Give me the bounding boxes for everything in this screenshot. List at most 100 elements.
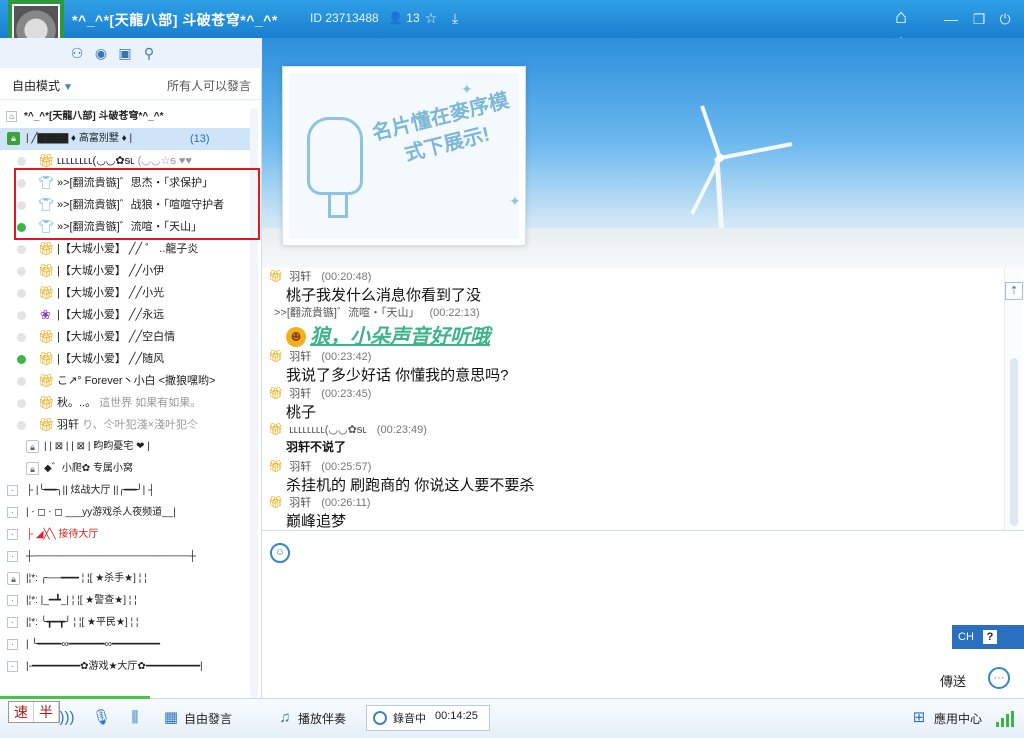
message-sender[interactable]: 羽轩 — [289, 461, 311, 473]
room-root[interactable]: ⌂ *^_^*[天龍八部] 斗破苍穹*^_^* — [0, 106, 252, 128]
ime-indicator[interactable]: CH ? — [952, 625, 1024, 649]
status-dot — [17, 201, 26, 210]
expand-icon[interactable]: · — [7, 617, 18, 628]
user-row[interactable]: 🎁︎ こ↗° Forever丶小白 <撒狼嘿哟> — [0, 370, 252, 392]
rank-badge-icon: 🎁︎ — [268, 386, 284, 400]
restore-button[interactable]: ❐ — [968, 8, 990, 30]
user-row[interactable]: 🎁︎ |【大城小爱】 ╱╱ ゜ ..龍子炎 — [0, 238, 252, 260]
message-text: 杀挂机的 刷跑商的 你说这人要不要杀 — [286, 474, 534, 495]
sub-channel-row[interactable]: 🔒︎ ◆゛小爬✿ 专属小窝 — [0, 458, 252, 480]
recording-time: 00:14:25 — [435, 710, 478, 722]
emoji-icon[interactable]: ☺ — [270, 543, 290, 563]
sparkle-icon: ✦ — [509, 193, 519, 209]
recording-indicator[interactable]: 錄音中 00:14:25 — [366, 705, 490, 731]
scroll-to-top-icon[interactable]: ⇡ — [1005, 282, 1023, 300]
expand-icon[interactable]: · — [7, 661, 18, 672]
user-row[interactable]: 🎁︎ |【大城小爱】 ╱╱空白情 — [0, 326, 252, 348]
search-icon[interactable]: ⚲ — [140, 44, 158, 62]
channel-row[interactable]: · | ╰━━━━∞━━━━━━∞━━━━━━━━ — [0, 634, 252, 656]
user-row[interactable]: 👕︎ »>[翻流貴镞]゛思杰・「求保护」 — [0, 172, 252, 194]
expand-icon[interactable]: · — [7, 551, 18, 562]
user-row[interactable]: 👕︎ »>[翻流貴镞]゛战狼・「喧喧守护者 — [0, 194, 252, 216]
user-name: ʟʟʟʟʟʟʟʟ(◡◡✿ᵴʟ (◡◡☆ᵴ ♥♥ — [57, 150, 192, 172]
message-text: 羽轩不说了 — [286, 438, 346, 455]
user-name: |【大城小爱】 ╱╱随风 — [57, 348, 164, 370]
user-row[interactable]: 🎁︎ |【大城小爱】 ╱╱小光 — [0, 282, 252, 304]
minimize-button[interactable]: — — [940, 8, 962, 30]
channel-active[interactable]: 🔒︎ | ╱▇▇▇▇ ♦ 高富別墅 ♦ | (13) — [0, 128, 252, 150]
favorite-star-icon[interactable]: ☆ — [422, 9, 440, 27]
rank-badge-icon: 🎁︎ — [268, 349, 284, 363]
expand-icon[interactable]: · — [7, 507, 18, 518]
chat-area: 🎁︎ 羽轩 (00:20:48) 桃子我发什么消息你看到了没 >>[翻流貴镞]゛流喧・「… — [262, 268, 1024, 530]
channel-row[interactable]: · | ⋅ ◻ ⋅ ◻ ___yy游戏杀人夜频道__| — [0, 502, 252, 524]
message-sender[interactable]: 羽轩 — [289, 388, 311, 400]
channel-row[interactable]: · |-━━━━━━━━✿游戏★大厅✿━━━━━━━━━| — [0, 656, 252, 678]
lock-icon: 🔒︎ — [26, 462, 39, 475]
rank-badge-icon: 🎁︎ — [38, 263, 55, 278]
channel-row[interactable]: · ┼──────────────────────┼ — [0, 546, 252, 568]
rank-badge-icon: 🎁︎ — [268, 269, 284, 283]
location-icon[interactable]: ◉ — [92, 44, 110, 62]
app-center-button[interactable]: 應用中心 — [934, 710, 982, 727]
user-signature: 這世界 如果有如果。 — [99, 397, 202, 409]
play-music-button[interactable]: 播放伴奏 — [298, 710, 346, 727]
speaker-icon[interactable]: ))) — [58, 709, 76, 727]
half-width-char: 半 — [34, 702, 59, 722]
user-row[interactable]: 🎁︎ 羽轩 り、仒叶犯淺×淺叶犯仒 — [0, 414, 252, 436]
user-name-text: |【大城小爱】 ╱╱空白情 — [57, 331, 176, 343]
lock-icon: 🔒︎ — [7, 572, 20, 585]
user-name-text: こ↗° Forever丶小白 <撒狼嘿哟> — [57, 375, 216, 387]
chat-bubble-icon[interactable]: ··· — [988, 667, 1010, 689]
channel-row[interactable]: 🔒︎ |¦*: ╭──━━━ ¦ ¦[ ★杀手★] ¦ ¦ — [0, 568, 252, 590]
user-row[interactable]: 🎁︎ ʟʟʟʟʟʟʟʟ(◡◡✿ᵴʟ (◡◡☆ᵴ ♥♥ — [0, 150, 252, 172]
room-info-icon[interactable]: ▣ — [116, 44, 134, 62]
channel-name: ├ ◢╳╲ 接待大厅 — [26, 529, 99, 540]
message-text: 桃子我发什么消息你看到了没 — [286, 284, 481, 305]
user-row[interactable]: ❀ |【大城小爱】 ╱╱永远 — [0, 304, 252, 326]
download-icon[interactable]: ⤓ — [446, 9, 464, 27]
close-power-button[interactable]: ⏻ — [994, 8, 1016, 30]
expand-icon[interactable]: · — [7, 485, 18, 496]
channel-row[interactable]: · ├ ◢╳╲ 接待大厅 — [0, 524, 252, 546]
message-input-area[interactable]: ☺ CH ? 傳送 ··· — [262, 530, 1024, 698]
free-speech-icon[interactable]: ▦ — [162, 709, 180, 727]
user-name: »>[翻流貴镞]゛战狼・「喧喧守护者 — [57, 194, 224, 216]
input-method-box[interactable]: 速半 — [8, 701, 60, 723]
send-button[interactable]: 傳送 — [940, 671, 966, 690]
user-card-placeholder: 名片懂在麥序模式下展示! ✦ ✦ — [282, 66, 526, 246]
mode-select[interactable]: 自由模式 ▼ — [12, 77, 73, 94]
chat-scrollbar[interactable]: ⇡ — [1004, 268, 1023, 530]
app-grid-icon[interactable]: ⊞ — [910, 709, 928, 727]
channel-name: ┼──────────────────────┼ — [26, 551, 197, 562]
message-sender[interactable]: ʟʟʟʟʟʟʟʟ(◡◡✿ᵴʟ — [289, 424, 367, 436]
message-sender[interactable]: >>[翻流貴镞]゛流喧・「天山」 — [274, 307, 419, 319]
status-dot — [17, 311, 26, 320]
user-row[interactable]: 👕︎ »>[翻流貴镞]゛流喧・「天山」 — [0, 216, 252, 238]
music-note-icon[interactable]: ♫ — [276, 709, 294, 727]
expand-icon[interactable]: · — [7, 529, 18, 540]
user-name: |【大城小爱】 ╱╱空白情 — [57, 326, 175, 348]
microphone-icon[interactable]: 🎙︎ — [92, 709, 111, 727]
expand-icon[interactable]: · — [7, 639, 18, 650]
channel-row[interactable]: · ├ |╰━━╮|| 炫战大厅 ||╭━━╯| ┤ — [0, 480, 252, 502]
free-speech-button[interactable]: 自由發言 — [184, 710, 232, 727]
user-row[interactable]: 🎁︎ 秋。..。 這世界 如果有如果。 — [0, 392, 252, 414]
home-icon[interactable]: ⌂ — [886, 6, 916, 44]
chevron-down-icon: ▼ — [63, 82, 73, 93]
sidebar-scrollbar[interactable] — [250, 108, 258, 698]
chat-scroll-thumb[interactable] — [1010, 358, 1018, 526]
message-sender[interactable]: 羽轩 — [289, 351, 311, 363]
user-row[interactable]: 🎁︎ |【大城小爱】 ╱╱随风 — [0, 348, 252, 370]
user-row[interactable]: 🎁︎ |【大城小爱】 ╱╱小伊 — [0, 260, 252, 282]
members-icon[interactable]: ⚇ — [68, 44, 86, 62]
channel-row[interactable]: · |¦*: |_━┻_| ¦ ¦[ ★警查★] ¦ ¦ — [0, 590, 252, 612]
lock-icon: 🔒︎ — [7, 132, 20, 145]
audio-settings-icon[interactable]: ⫼ — [126, 709, 144, 727]
expand-icon[interactable]: · — [7, 595, 18, 606]
message-sender[interactable]: 羽轩 — [289, 271, 311, 283]
ime-help-icon[interactable]: ? — [982, 630, 997, 644]
message-sender[interactable]: 羽轩 — [289, 497, 311, 509]
channel-row[interactable]: · |¦*: ╰┳━┳╯ ¦ ¦[ ★平民★] ¦ ¦ — [0, 612, 252, 634]
sub-channel-row[interactable]: 🔒︎ | | ⊠ | | ⊠ | 畇畇憂宅 ❤ | — [0, 436, 252, 458]
